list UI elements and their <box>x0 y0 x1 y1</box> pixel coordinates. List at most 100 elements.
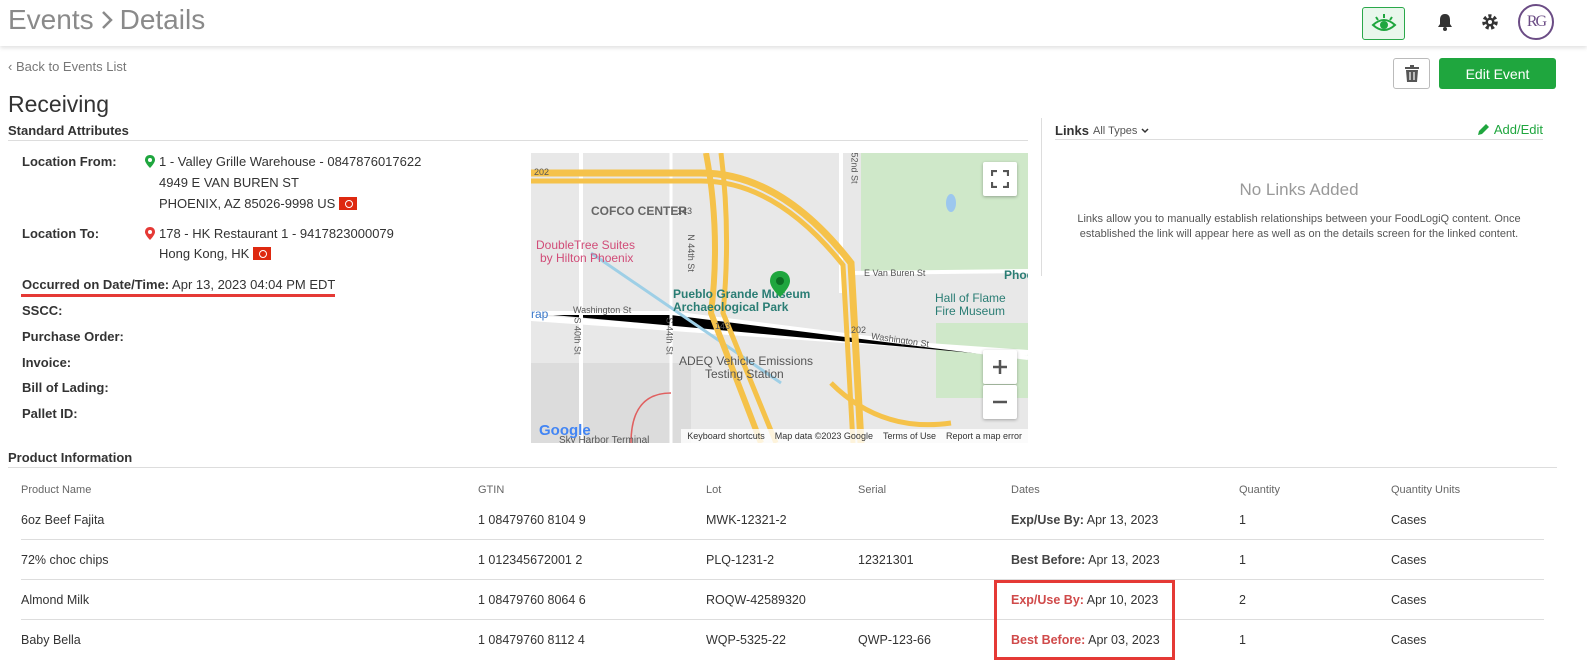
gtin: 1 08479760 8104 9 <box>478 512 586 527</box>
invoice-label: Invoice: <box>22 355 72 370</box>
occurred-label: Occurred on Date/Time: <box>22 277 170 292</box>
col-quantity-units[interactable]: Quantity Units <box>1391 484 1460 496</box>
eye-icon <box>1371 13 1396 31</box>
report-map-error-link[interactable]: Report a map error <box>946 431 1022 441</box>
quantity-units: Cases <box>1391 592 1427 607</box>
lot: WQP-5325-22 <box>706 633 786 647</box>
top-bar: Events Details RG <box>0 0 1587 46</box>
location-from-city-text: PHOENIX, AZ 85026-9998 US <box>159 196 336 211</box>
links-type-filter[interactable]: All Types <box>1093 125 1149 137</box>
col-lot[interactable]: Lot <box>706 484 721 496</box>
map-label-pueblo-2: Archaeological Park <box>673 300 789 314</box>
delete-button[interactable] <box>1393 58 1430 89</box>
map-label-phoe: Phoe <box>1004 268 1028 282</box>
route-143-badge: 143 <box>677 206 693 216</box>
quantity: 2 <box>1239 592 1246 607</box>
location-to-label: Location To: <box>22 226 100 241</box>
quantity: 1 <box>1239 512 1246 527</box>
pencil-icon <box>1477 124 1489 135</box>
add-edit-links-button[interactable]: Add/Edit <box>1477 122 1543 137</box>
quantity-units: Cases <box>1391 512 1427 527</box>
map-label-s40: S 40th St <box>572 317 583 355</box>
product-name: Almond Milk <box>21 592 90 607</box>
gtin: 1 08479760 8112 4 <box>478 633 585 647</box>
occurred-datetime: Occurred on Date/Time: Apr 13, 2023 04:0… <box>22 277 335 292</box>
no-links-message: No Links Added <box>1239 180 1359 199</box>
gtin: 1 08479760 8064 6 <box>478 592 586 607</box>
location-map[interactable]: 202 COFCO CENTER 143 DoubleTree Suites b… <box>531 153 1028 443</box>
map-marker-icon <box>770 271 790 297</box>
route-143-badge-2: 143 <box>715 321 731 331</box>
col-quantity[interactable]: Quantity <box>1239 484 1280 496</box>
breadcrumb-details: Details <box>119 4 206 35</box>
page-title: Receiving <box>8 91 109 117</box>
quantity-units: Cases <box>1391 552 1427 567</box>
occurred-value: Apr 13, 2023 04:04 PM EDT <box>172 277 336 292</box>
gtin: 1 012345672001 2 <box>478 552 583 567</box>
lot: PLQ-1231-2 <box>706 552 775 567</box>
product-name: 72% choc chips <box>21 552 109 567</box>
bell-icon[interactable] <box>1435 12 1455 32</box>
keyboard-shortcuts-link[interactable]: Keyboard shortcuts <box>687 431 765 441</box>
links-filter-label: All Types <box>1093 125 1138 137</box>
fullscreen-icon <box>991 170 1009 188</box>
map-label-52nd: 52nd St <box>849 153 860 184</box>
zoom-in-button[interactable] <box>983 350 1017 384</box>
pallet-id-label: Pallet ID: <box>22 406 78 421</box>
date-value: Apr 13, 2023 <box>1086 512 1159 527</box>
links-title: Links <box>1055 123 1089 138</box>
minus-icon <box>993 400 1007 404</box>
quantity-units: Cases <box>1391 633 1427 647</box>
col-serial[interactable]: Serial <box>858 484 886 496</box>
gear-icon[interactable] <box>1480 12 1500 32</box>
map-label-s44: S 44th St <box>664 317 675 355</box>
location-from-city: PHOENIX, AZ 85026-9998 US <box>159 196 358 211</box>
col-dates[interactable]: Dates <box>1011 484 1040 496</box>
map-label-vanburen: E Van Buren St <box>864 268 926 278</box>
chevron-down-icon <box>1140 128 1149 134</box>
user-avatar[interactable]: RG <box>1518 4 1554 40</box>
location-from-street: 4949 E VAN BUREN ST <box>159 175 299 190</box>
map-label-hall-2: Fire Museum <box>935 304 1006 318</box>
product-name: Baby Bella <box>21 633 81 647</box>
map-label-adeq: ADEQ Vehicle Emissions <box>679 354 814 368</box>
plus-icon <box>993 360 1007 374</box>
standard-attributes-heading: Standard Attributes <box>8 123 1028 141</box>
route-202-badge: 202 <box>534 167 550 177</box>
location-to-city-text: Hong Kong, HK <box>159 246 250 261</box>
table-row[interactable]: Baby Bella 1 08479760 8112 4 WQP-5325-22… <box>21 620 1544 660</box>
product-information-heading: Product Information <box>8 450 1557 468</box>
breadcrumb-events[interactable]: Events <box>8 4 94 36</box>
map-label-doubletree: DoubleTree Suites <box>536 238 635 252</box>
location-from-name: 1 - Valley Grille Warehouse - 0847876017… <box>159 154 422 169</box>
lot: MWK-12321-2 <box>706 512 787 527</box>
sscc-label: SSCC: <box>22 303 63 318</box>
hk-flag-icon <box>253 247 272 260</box>
view-toggle-button[interactable] <box>1362 7 1405 40</box>
date-value: Apr 13, 2023 <box>1088 552 1160 567</box>
map-label-adeq-2: Testing Station <box>705 367 784 381</box>
zoom-out-button[interactable] <box>983 385 1017 419</box>
edit-event-button[interactable]: Edit Event <box>1439 58 1556 89</box>
hk-flag-icon <box>339 197 358 210</box>
map-pin-icon <box>145 227 155 240</box>
product-name: 6oz Beef Fajita <box>21 512 105 527</box>
breadcrumb: Events Details <box>8 4 205 36</box>
col-product-name[interactable]: Product Name <box>21 484 91 496</box>
map-label-washington: Washington St <box>573 305 632 315</box>
date-label: Best Before: <box>1011 552 1086 567</box>
links-divider <box>1041 118 1042 276</box>
col-gtin[interactable]: GTIN <box>478 484 504 496</box>
map-data-attribution: Map data ©2023 Google <box>774 431 873 441</box>
back-to-events-link[interactable]: ‹ Back to Events List <box>8 59 127 74</box>
fullscreen-button[interactable] <box>983 162 1017 196</box>
table-row[interactable]: 72% choc chips 1 012345672001 2 PLQ-1231… <box>21 540 1544 580</box>
table-row[interactable]: Almond Milk 1 08479760 8064 6 ROQW-42589… <box>21 580 1544 620</box>
map-footer: Keyboard shortcuts Map data ©2023 Google… <box>681 429 1028 443</box>
google-logo: Google <box>539 422 591 439</box>
date: Best Before: Apr 13, 2023 <box>1011 553 1160 567</box>
terms-of-use-link[interactable]: Terms of Use <box>883 431 936 441</box>
table-row[interactable]: 6oz Beef Fajita 1 08479760 8104 9 MWK-12… <box>21 500 1544 540</box>
map-label-hall: Hall of Flame <box>935 291 1006 305</box>
map-label-doubletree-2: by Hilton Phoenix <box>540 251 634 265</box>
